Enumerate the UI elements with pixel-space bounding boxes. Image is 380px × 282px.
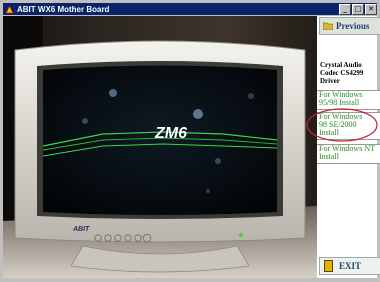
app-window: ABIT WX6 Mother Board _ □ ✕ ZM6 ABIT Pre… [0,0,380,282]
option-line: Install [319,152,339,161]
minimize-icon: _ [343,4,347,13]
app-icon [5,4,14,13]
close-icon: ✕ [368,4,374,13]
close-button[interactable]: ✕ [365,3,377,15]
bezel-brand-text: ABIT [72,226,90,233]
folder-icon [323,22,333,30]
monitor-scene: ZM6 ABIT [3,16,317,278]
highlight-ellipse [306,108,378,142]
maximize-button[interactable]: □ [352,3,364,15]
option-winnt-install[interactable]: For Windows NT Install [317,144,380,164]
maximize-icon: □ [354,4,362,13]
section-title-line: Driver [320,77,340,85]
client-area: ZM6 ABIT Previous Crystal Audio Codec CS… [3,16,380,278]
option-line: 95/98 Install [319,98,360,107]
driver-section-title: Crystal Audio Codec CS4299 Driver [317,61,380,91]
section-title-line: Codec CS4299 [320,69,364,77]
exit-button[interactable]: EXIT [319,257,380,275]
title-bar[interactable]: ABIT WX6 Mother Board _ □ ✕ [3,3,377,15]
sidebar-menu: Previous Crystal Audio Codec CS4299 Driv… [306,16,380,278]
section-title-line: Crystal Audio [320,61,362,69]
previous-button[interactable]: Previous [319,17,380,35]
previous-label: Previous [336,21,370,31]
minimize-button[interactable]: _ [339,3,351,15]
window-title: ABIT WX6 Mother Board [17,4,110,14]
screen-logo-text: ZM6 [154,125,187,142]
exit-label: EXIT [339,261,362,271]
monitor-illustration: ZM6 ABIT [3,16,317,278]
door-icon [324,260,333,272]
